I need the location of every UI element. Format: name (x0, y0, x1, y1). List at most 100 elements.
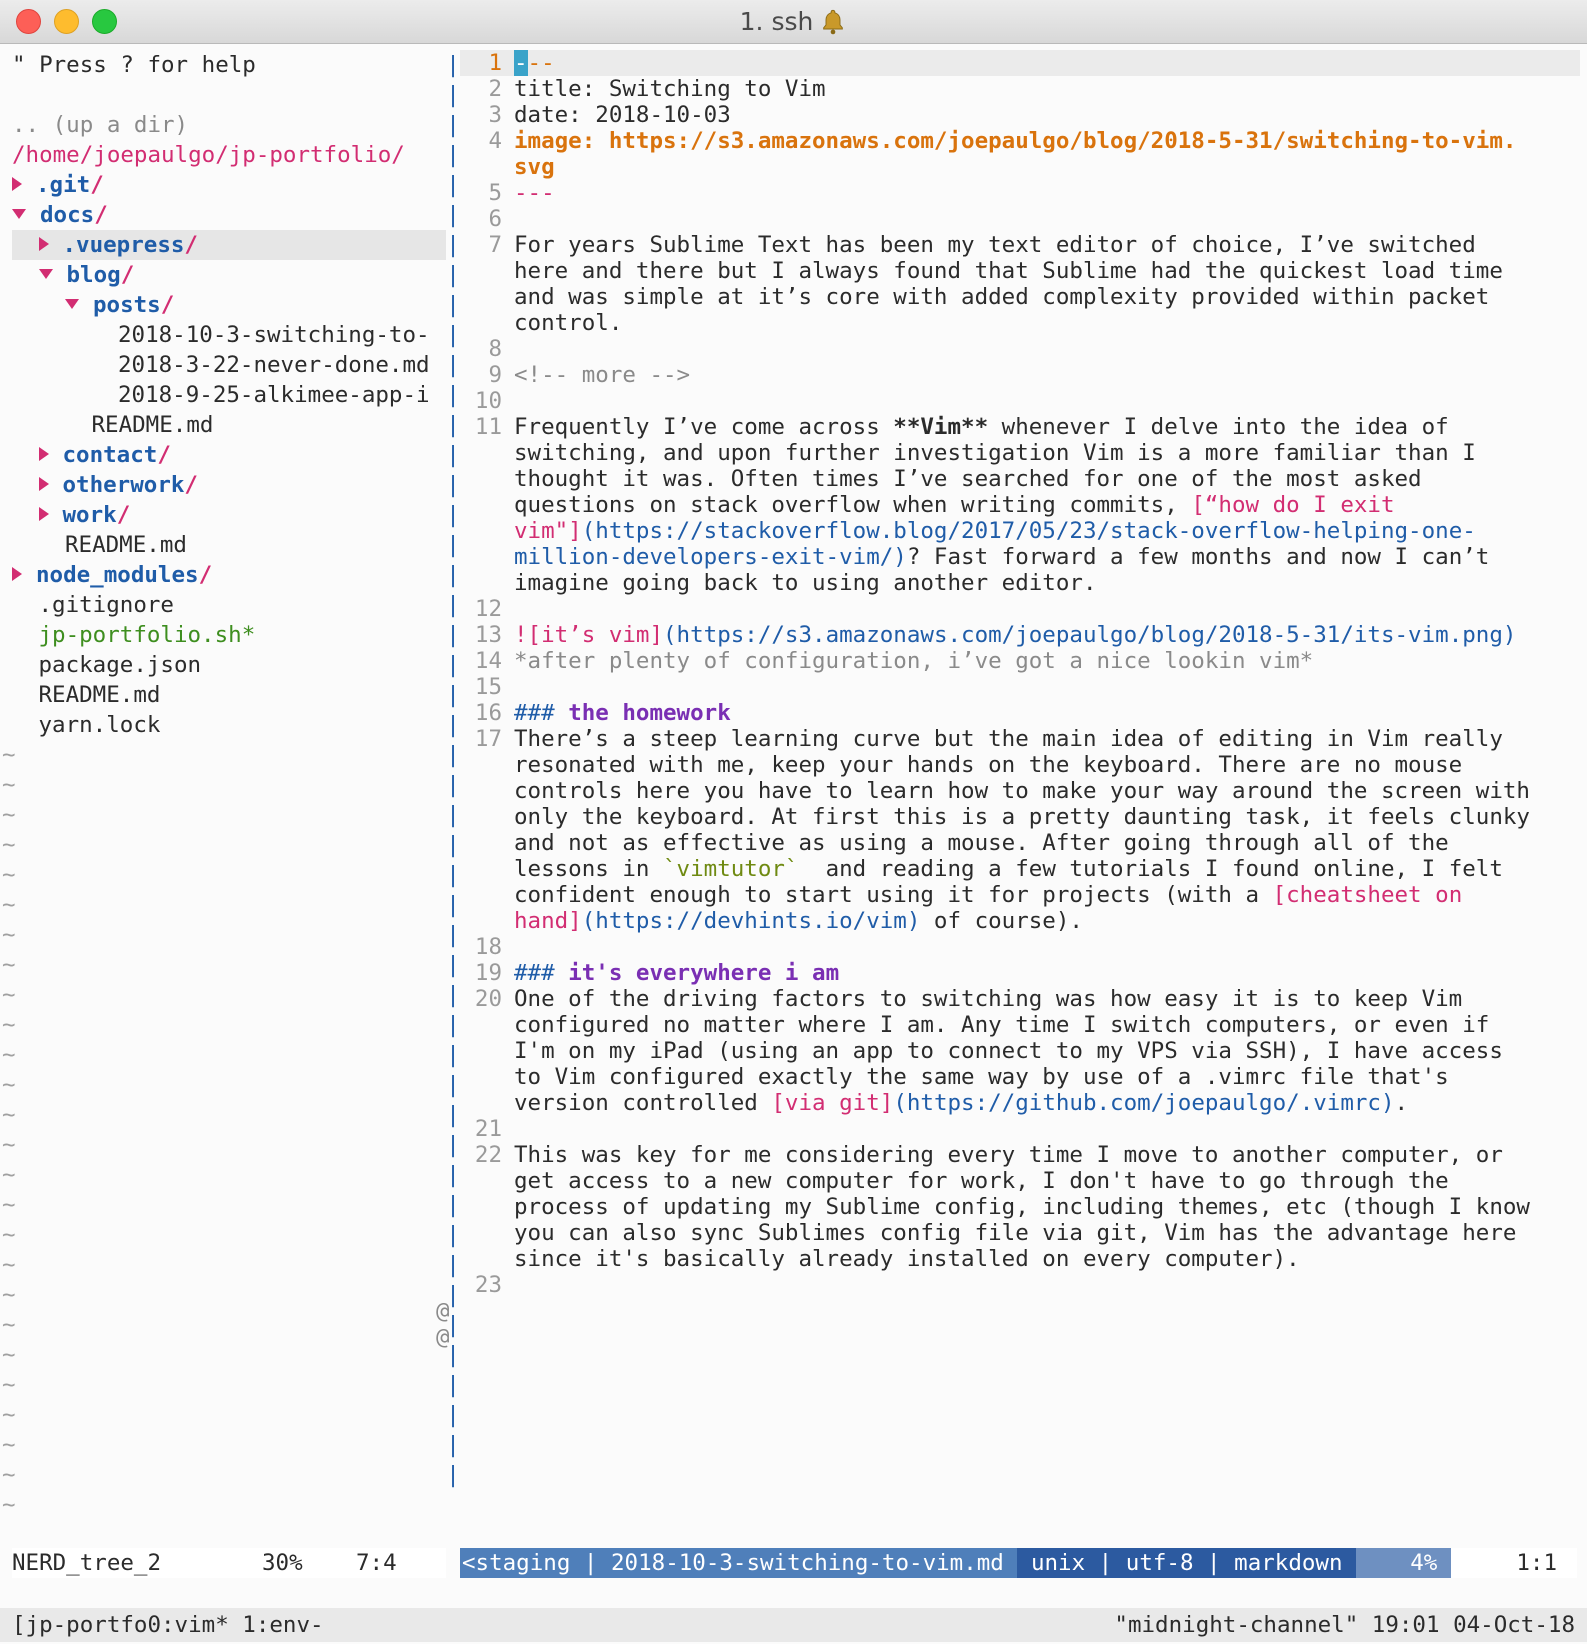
editor-line[interactable]: 21 (460, 1116, 1580, 1142)
editor-line[interactable]: 10 (460, 388, 1580, 414)
tree-dir-item[interactable]: posts/ (12, 290, 446, 320)
editor-line-wrap[interactable]: process of updating my Sublime config, i… (460, 1194, 1580, 1220)
editor-line-wrap[interactable]: questions on stack overflow when writing… (460, 492, 1580, 518)
editor-line-wrap[interactable]: confident enough to start using it for p… (460, 882, 1580, 908)
tree-file-item[interactable]: package.json (12, 650, 446, 680)
editor-line-wrap[interactable]: vim"](https://stackoverflow.blog/2017/05… (460, 518, 1580, 544)
expanded-arrow-icon[interactable] (38, 268, 53, 279)
editor-line[interactable]: 22 This was key for me considering every … (460, 1142, 1580, 1168)
tree-dir-item[interactable]: contact/ (12, 440, 446, 470)
editor-line[interactable]: 4 image: https://s3.amazonaws.com/joepaul… (460, 128, 1580, 154)
empty-line-marker: ~ (2, 772, 16, 798)
tree-dir-item[interactable]: blog/ (12, 260, 446, 290)
editor-line[interactable]: 8 (460, 336, 1580, 362)
line-number: 23 (474, 1272, 502, 1298)
line-number: 9 (488, 362, 502, 388)
editor-line-wrap[interactable]: I'm on my iPad (using an app to connect … (460, 1038, 1580, 1064)
collapsed-arrow-icon[interactable] (38, 476, 49, 491)
editor-line[interactable]: 6 (460, 206, 1580, 232)
tree-dir-item[interactable]: docs/ (12, 200, 446, 230)
tree-dir-item[interactable]: otherwork/ (12, 470, 446, 500)
expanded-arrow-icon[interactable] (12, 208, 26, 219)
tree-file-item[interactable]: jp-portfolio.sh* (12, 620, 446, 650)
line-number: 16 (474, 700, 502, 726)
tree-item-name: blog (66, 262, 121, 288)
editor-line-wrap[interactable]: resonated with me, keep your hands on th… (460, 752, 1580, 778)
editor-line-wrap[interactable]: version controlled [via git](https://git… (460, 1090, 1580, 1116)
editor-line-wrap[interactable]: switching, and upon further investigatio… (460, 440, 1580, 466)
editor-line-wrap[interactable]: and was simple at it’s core with added c… (460, 284, 1580, 310)
tree-file-item[interactable]: yarn.lock (12, 710, 446, 740)
pane-separator[interactable]: | | | | | | | | | | | | | | | | | | | | | | | | | | | | | | | | | | | | | | | |… (446, 50, 460, 1490)
dir-slash: / (157, 442, 171, 468)
editor-line-wrap[interactable]: hand](https://devhints.io/vim) of course… (460, 908, 1580, 934)
editor-line[interactable]: 5 --- (460, 180, 1580, 206)
tree-dir-item[interactable]: .vuepress/ (12, 230, 446, 260)
separator-bar: | (446, 1162, 460, 1188)
empty-line-marker: ~ (2, 1462, 16, 1488)
editor-line-wrap[interactable]: lessons in `vimtutor` and reading a few … (460, 856, 1580, 882)
tree-file-item[interactable]: 2018-10-3-switching-to- (12, 320, 446, 350)
editor-line[interactable]: 15 (460, 674, 1580, 700)
editor-line[interactable]: 11 Frequently I’ve come across **Vim** wh… (460, 414, 1580, 440)
editor-line[interactable]: 23 (460, 1272, 1580, 1298)
editor-line[interactable]: 20 One of the driving factors to switchin… (460, 986, 1580, 1012)
editor-line-wrap[interactable]: imagine going back to using another edit… (460, 570, 1580, 596)
editor-line[interactable]: 18 (460, 934, 1580, 960)
tree-file-item[interactable]: 2018-3-22-never-done.md (12, 350, 446, 380)
editor-line[interactable]: 7 For years Sublime Text has been my text… (460, 232, 1580, 258)
zoom-window-button[interactable] (92, 9, 117, 34)
minimize-window-button[interactable] (54, 9, 79, 34)
separator-bar: | (446, 652, 460, 678)
editor-line[interactable]: 16 ### the homework (460, 700, 1580, 726)
separator-bar: | (446, 952, 460, 978)
editor-pane[interactable]: 1 --- 2 title: Switching to Vim 3 date: 201… (436, 50, 1580, 1350)
editor-line-wrap[interactable]: you can also sync Sublimes config file v… (460, 1220, 1580, 1246)
tree-root-path[interactable]: /home/joepaulgo/jp-portfolio/ (12, 140, 446, 170)
empty-line-marker: ~ (2, 892, 16, 918)
editor-line-wrap[interactable]: million-developers-exit-vim/)? Fast forw… (460, 544, 1580, 570)
collapsed-arrow-icon[interactable] (38, 446, 49, 461)
tmux-session-windows[interactable]: [jp-portfo0:vim* 1:env- (12, 1608, 324, 1642)
editor-line-wrap[interactable]: to Vim configured exactly the same way b… (460, 1064, 1580, 1090)
editor-line[interactable]: 13 ![it’s vim](https://s3.amazonaws.com/j… (460, 622, 1580, 648)
tree-dir-item[interactable]: node_modules/ (12, 560, 446, 590)
tree-up-dir[interactable]: .. (up a dir) (12, 110, 446, 140)
editor-line[interactable]: 3 date: 2018-10-03 (460, 102, 1580, 128)
close-window-button[interactable] (16, 9, 41, 34)
editor-line-wrap[interactable]: svg (460, 154, 1580, 180)
tree-file-item[interactable]: README.md (12, 530, 446, 560)
editor-line-wrap[interactable]: thought it was. Often times I’ve searche… (460, 466, 1580, 492)
tree-file-item[interactable]: .gitignore (12, 590, 446, 620)
tree-dir-item[interactable]: .git/ (12, 170, 446, 200)
tree-file-item[interactable]: README.md (12, 410, 446, 440)
editor-line[interactable]: 12 (460, 596, 1580, 622)
editor-line-wrap[interactable]: controls here you have to learn how to m… (460, 778, 1580, 804)
collapsed-arrow-icon[interactable] (38, 506, 49, 521)
collapsed-arrow-icon[interactable] (12, 176, 22, 191)
tree-file-item[interactable]: README.md (12, 680, 446, 710)
editor-line-wrap[interactable]: configured no matter where I am. Any tim… (460, 1012, 1580, 1038)
editor-line[interactable]: 9 <!-- more --> (460, 362, 1580, 388)
tree-empty-lines: ~ ~ ~ ~ ~ ~ ~ ~ ~ ~ ~ ~ ~ ~ ~ ~ ~ ~ ~ ~ ~ ~ ~ ~ ~ ~ (2, 740, 446, 1520)
expanded-arrow-icon[interactable] (65, 298, 79, 309)
editor-line[interactable]: 1 --- (460, 50, 1580, 76)
collapsed-arrow-icon[interactable] (12, 566, 22, 581)
editor-line-wrap[interactable]: since it's basically already installed o… (460, 1246, 1580, 1272)
separator-bar: | (446, 1042, 460, 1068)
editor-line[interactable]: 17 There’s a steep learning curve but the… (460, 726, 1580, 752)
editor-line-wrap[interactable]: control. (460, 310, 1580, 336)
line-number: 15 (474, 674, 502, 700)
editor-line[interactable]: 14 *after plenty of configuration, i’ve g… (460, 648, 1580, 674)
tree-file-item[interactable]: 2018-9-25-alkimee-app-i (12, 380, 446, 410)
editor-line[interactable]: 2 title: Switching to Vim (460, 76, 1580, 102)
collapsed-arrow-icon[interactable] (38, 236, 49, 251)
nerdtree-pane[interactable]: " Press ? for help .. (up a dir) /home/j… (2, 50, 446, 1520)
editor-line-wrap[interactable]: and not as effective as using a mouse. A… (460, 830, 1580, 856)
editor-line[interactable]: 19 ### it's everywhere i am (460, 960, 1580, 986)
tree-dir-item[interactable]: work/ (12, 500, 446, 530)
editor-line-wrap[interactable]: get access to a new computer for work, I… (460, 1168, 1580, 1194)
editor-line-wrap[interactable]: here and there but I always found that S… (460, 258, 1580, 284)
editor-line-wrap[interactable]: only the keyboard. At first this is a pr… (460, 804, 1580, 830)
line-number: 17 (474, 726, 502, 752)
